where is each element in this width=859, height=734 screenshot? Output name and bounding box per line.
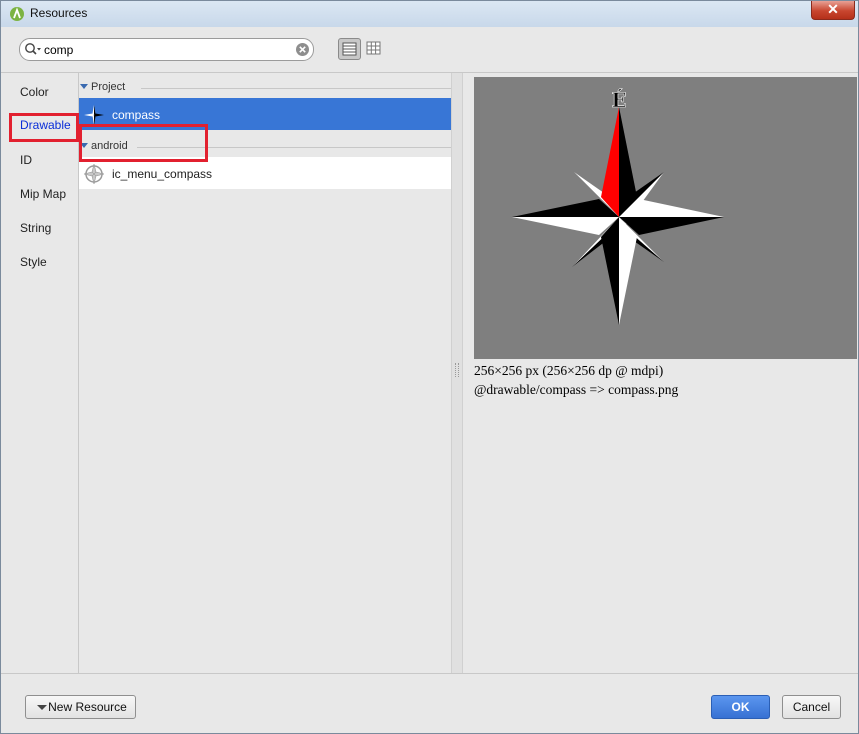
path-info: @drawable/compass => compass.png	[474, 382, 679, 397]
clear-search-icon[interactable]	[295, 42, 310, 57]
list-view-button[interactable]	[338, 38, 361, 60]
cancel-button[interactable]: Cancel	[782, 695, 841, 719]
menu-compass-icon	[83, 163, 105, 185]
close-button[interactable]: ✕	[811, 1, 855, 20]
resources-dialog: Resources ✕ comp Color Drawable ID Mip M…	[0, 0, 859, 734]
group-label: Project	[91, 81, 126, 93]
type-style[interactable]: Style	[9, 250, 79, 274]
preview-panel: É 256×256 px (256×256 dp @ mdpi) @drawab…	[463, 73, 858, 673]
search-icon[interactable]	[24, 42, 42, 58]
type-string[interactable]: String	[9, 216, 79, 240]
type-drawable[interactable]: Drawable	[9, 113, 79, 142]
toolbar	[1, 27, 858, 73]
size-info: 256×256 px (256×256 dp @ mdpi)	[474, 363, 664, 378]
highlight-box	[79, 124, 208, 162]
search-field[interactable]	[19, 38, 314, 61]
grid-view-icon	[366, 41, 381, 55]
dropdown-arrow-icon	[37, 705, 47, 710]
preview-info: 256×256 px (256×256 dp @ mdpi) @drawable…	[474, 361, 678, 399]
resource-item-label: ic_menu_compass	[112, 167, 213, 181]
type-mip-map[interactable]: Mip Map	[9, 182, 79, 206]
group-divider	[141, 88, 451, 89]
new-resource-label: New Resource	[48, 700, 127, 714]
list-view-icon	[342, 42, 357, 56]
title-bar[interactable]: Resources ✕	[1, 1, 858, 27]
compass-preview-image: É	[474, 77, 857, 359]
group-header-project[interactable]: Project	[79, 80, 451, 96]
splitter-grip[interactable]	[455, 363, 459, 377]
ok-button[interactable]: OK	[711, 695, 770, 719]
compass-rose-icon	[84, 105, 104, 125]
type-color[interactable]: Color	[9, 80, 79, 104]
search-input[interactable]	[44, 41, 284, 58]
button-bar: New Resource OK Cancel	[1, 673, 858, 733]
resource-type-list: Color Drawable ID Mip Map String Style	[9, 73, 79, 673]
window-title: Resources	[30, 6, 88, 20]
resource-item-label: compass	[112, 108, 161, 122]
android-studio-icon	[10, 7, 24, 21]
type-id[interactable]: ID	[9, 148, 79, 172]
new-resource-button[interactable]: New Resource	[25, 695, 136, 719]
splitter[interactable]	[451, 73, 463, 673]
grid-view-button[interactable]	[363, 38, 386, 60]
compass-north-letter: É	[611, 88, 626, 112]
dialog-content: Color Drawable ID Mip Map String Style P…	[1, 27, 858, 733]
compass-rose-image: É	[512, 88, 724, 325]
resource-list: Project compass android ic_menu_compass	[79, 73, 451, 673]
expand-triangle-icon[interactable]	[80, 84, 88, 89]
